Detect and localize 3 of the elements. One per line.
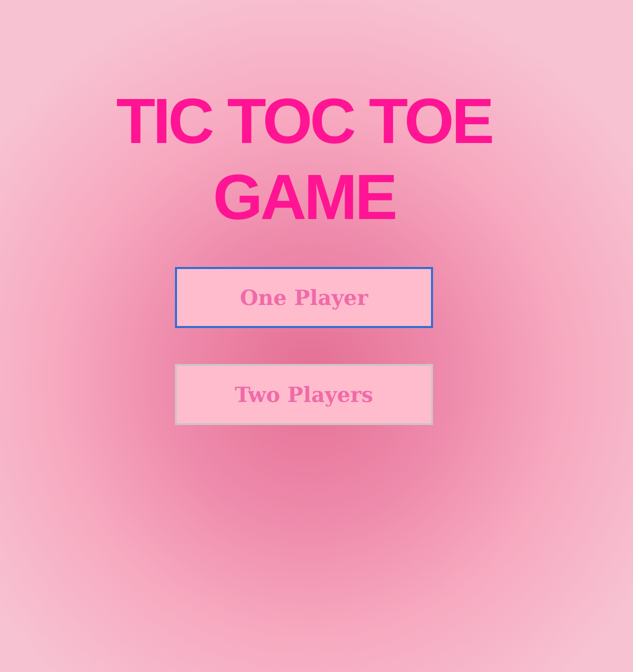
- mode-button[interactable]: Two Players: [175, 364, 433, 425]
- mode-button[interactable]: One Player: [175, 267, 433, 328]
- game-title: TIC TOC TOE GAME: [115, 84, 493, 235]
